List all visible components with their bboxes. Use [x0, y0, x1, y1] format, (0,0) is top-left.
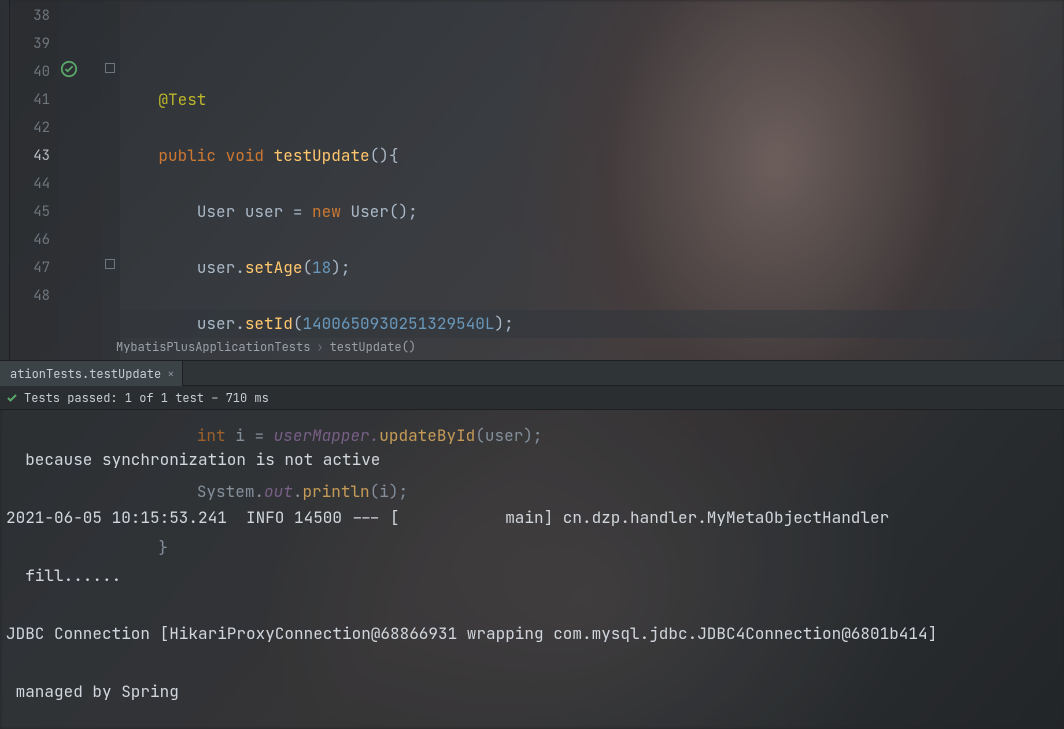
close-icon[interactable]: ×	[167, 361, 174, 387]
number-literal: 18	[312, 257, 331, 278]
line-number: 45	[10, 198, 50, 226]
run-tab[interactable]: ationTests.testUpdate ×	[0, 361, 183, 387]
code-editor[interactable]: @Test public void testUpdate(){ User use…	[120, 0, 1064, 360]
annotation: @Test	[158, 89, 206, 110]
line-number-gutter[interactable]: 38 39 40 41 42 43 44 45 46 47 48	[10, 0, 58, 360]
gutter-icon-column	[58, 0, 102, 360]
line-number: 43	[10, 142, 50, 170]
fold-handle-icon[interactable]	[105, 63, 115, 73]
keyword: void	[226, 145, 264, 166]
console-line: JDBC Connection [HikariProxyConnection@6…	[6, 619, 1058, 648]
check-icon	[6, 392, 18, 404]
run-test-pass-icon[interactable]	[60, 60, 78, 78]
breadcrumb-item[interactable]: MybatisPlusApplicationTests	[116, 339, 310, 355]
punct: ();	[389, 201, 418, 222]
line-number: 41	[10, 86, 50, 114]
console-output[interactable]: because synchronization is not active 20…	[0, 410, 1064, 729]
console-line: managed by Spring	[6, 677, 1058, 706]
line-number: 47	[10, 254, 50, 282]
type: User	[197, 201, 235, 222]
breadcrumb[interactable]: MybatisPlusApplicationTests › testUpdate()	[116, 334, 1064, 360]
keyword: new	[312, 201, 341, 222]
receiver: user.	[197, 257, 245, 278]
line-number: 46	[10, 226, 50, 254]
line-number: 44	[10, 170, 50, 198]
method-call: setId	[245, 313, 293, 334]
line-number: 38	[10, 2, 50, 30]
line-number: 48	[10, 282, 50, 310]
fold-column[interactable]	[102, 0, 120, 360]
line-number: 39	[10, 30, 50, 58]
editor-area: Handler ation 38 39 40 41 42 43 44 45 46…	[0, 0, 1064, 360]
number-literal: 1400650930251329540L	[302, 313, 494, 334]
punct: (){	[370, 145, 399, 166]
chevron-right-icon: ›	[316, 339, 323, 355]
tab-label: ationTests.testUpdate	[10, 361, 161, 387]
line-number: 40	[10, 58, 50, 86]
punct: (	[302, 257, 312, 278]
punct: );	[331, 257, 350, 278]
breadcrumb-item[interactable]: testUpdate()	[330, 339, 416, 355]
fold-handle-icon[interactable]	[105, 259, 115, 269]
console-line: fill......	[6, 561, 1058, 590]
test-status-bar: Tests passed: 1 of 1 test – 710 ms	[0, 386, 1064, 410]
line-number: 42	[10, 114, 50, 142]
punct: (	[293, 313, 303, 334]
console-line: 2021-06-05 10:15:53.241 INFO 14500 --- […	[6, 503, 1058, 532]
punct: );	[494, 313, 513, 334]
receiver: user.	[197, 313, 245, 334]
keyword: public	[158, 145, 216, 166]
console-line: because synchronization is not active	[6, 445, 1058, 474]
method-call: setAge	[245, 257, 303, 278]
method-name: testUpdate	[274, 145, 370, 166]
constructor: User	[350, 201, 388, 222]
run-tab-bar: ationTests.testUpdate ×	[0, 360, 1064, 386]
op: =	[283, 201, 312, 222]
left-edge: Handler ation	[0, 0, 10, 360]
variable: user	[245, 201, 283, 222]
tests-passed-label: Tests passed: 1 of 1 test – 710 ms	[24, 386, 269, 410]
